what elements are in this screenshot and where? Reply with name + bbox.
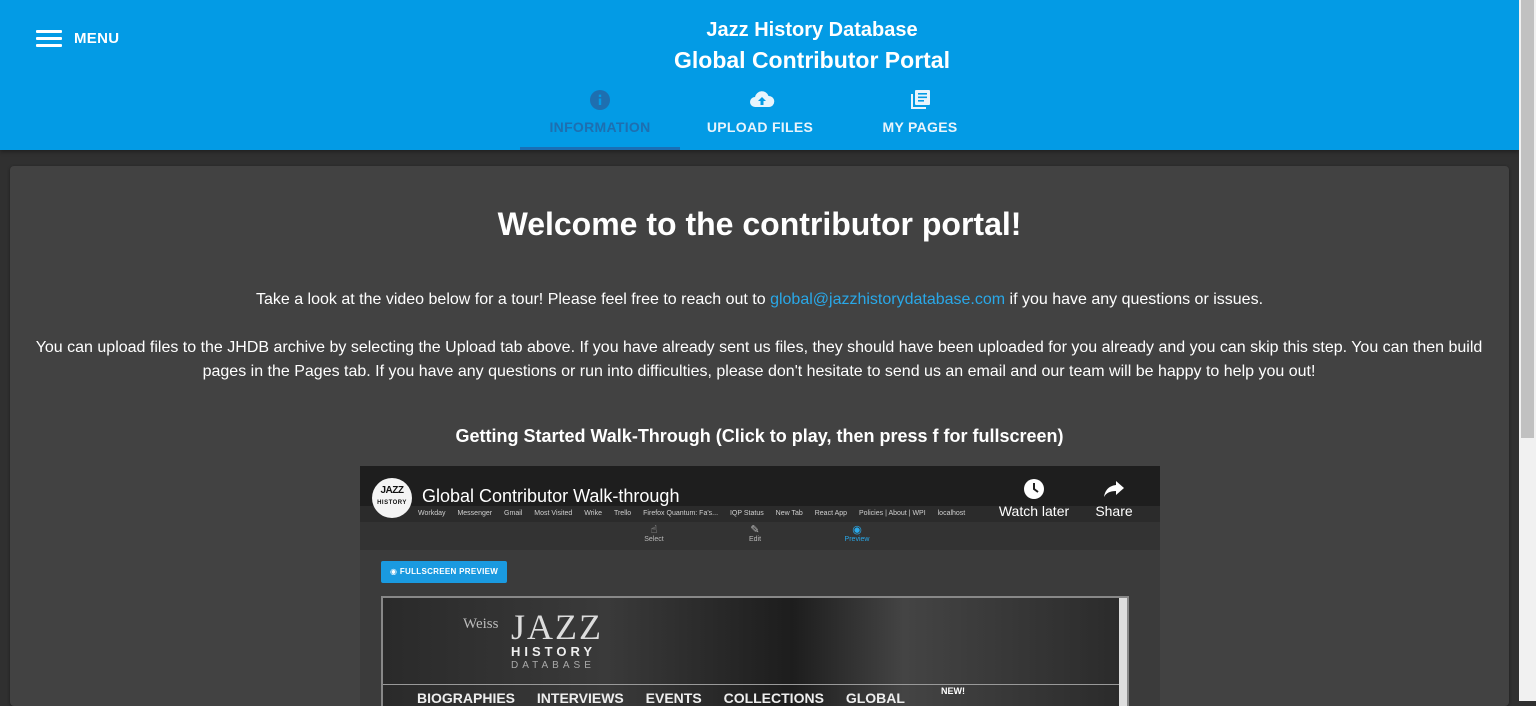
tab-information[interactable]: INFORMATION (520, 88, 680, 150)
scrollbar-thumb[interactable] (1521, 0, 1534, 438)
hamburger-icon (36, 29, 62, 47)
preview-nav-item: BIOGRAPHIES (417, 690, 516, 706)
video-tool-label: Edit (748, 536, 762, 543)
upload-instructions: You can upload files to the JHDB archive… (35, 339, 1483, 380)
preview-new-badge: NEW! (941, 686, 965, 696)
preview-nav-item: INTERVIEWS (536, 690, 624, 706)
menu-button[interactable]: MENU (36, 28, 119, 48)
preview-weiss: Weiss (463, 616, 499, 632)
bookmark: Gmail (504, 510, 523, 517)
bookmark: Workday (418, 510, 446, 517)
video-tool-edit: ✎ Edit (735, 524, 775, 543)
tab-information-label: INFORMATION (549, 119, 651, 135)
bookmark: Most Visited (534, 510, 573, 517)
share-label: Share (1095, 503, 1133, 519)
title-block: Jazz History Database Global Contributor… (560, 16, 1064, 77)
intro-text-start: Take a look at the video below for a tou… (255, 291, 771, 308)
bookmark: localhost (937, 510, 966, 517)
tab-my-pages[interactable]: MY PAGES (840, 88, 1000, 150)
fullscreen-preview-button: ◉ FULLSCREEN PREVIEW (381, 561, 508, 583)
bookmark: Policies | About | WPI (859, 510, 926, 517)
active-tab-indicator (520, 147, 680, 150)
bookmark: Wrike (584, 510, 602, 517)
pointer-icon: ☝ (650, 524, 658, 536)
jazz-site-preview: Weiss JAZZ HISTORY DATABASE BIOGRAPHIES … (381, 596, 1129, 706)
bookmark: React App (814, 510, 848, 517)
share-icon (1102, 478, 1126, 500)
bookmark: IQP Status (729, 510, 764, 517)
video-tool-label: Preview (844, 536, 870, 543)
library-books-icon (909, 89, 931, 111)
preview-history: HISTORY (511, 644, 597, 659)
info-icon (589, 89, 611, 111)
bookmark: Firefox Quantum: Fa's... (643, 510, 719, 517)
fullscreen-preview-label: FULLSCREEN PREVIEW (399, 567, 499, 576)
preview-scrollbar (1119, 598, 1127, 706)
intro-paragraph: Take a look at the video below for a tou… (10, 290, 1509, 310)
tab-upload-files-label: UPLOAD FILES (706, 119, 814, 135)
preview-jazz-logo: JAZZ (511, 607, 603, 647)
app-bar: MENU Jazz History Database Global Contri… (0, 0, 1519, 150)
preview-nav-item: EVENTS (645, 690, 702, 706)
video-player[interactable]: Workday Messenger Gmail Most Visited Wri… (360, 466, 1160, 706)
preview-database: DATABASE (511, 660, 595, 671)
contact-email-link[interactable]: global@jazzhistorydatabase.com (770, 291, 1005, 308)
watch-later-button[interactable]: Watch later (996, 478, 1072, 519)
video-caption: Getting Started Walk-Through (Click to p… (455, 426, 1064, 446)
avatar-subtext: HISTORY (377, 500, 407, 506)
intro-text-end: if you have any questions or issues. (1005, 291, 1264, 308)
preview-nav-divider (383, 684, 1127, 685)
video-tool-label: Select (644, 536, 664, 543)
video-tool-preview: ◉ Preview (837, 524, 877, 543)
menu-label: MENU (74, 29, 120, 47)
welcome-heading: Welcome to the contributor portal! (497, 206, 1022, 242)
bookmark: Trello (613, 510, 632, 517)
clock-icon (1023, 478, 1045, 500)
pencil-icon: ✎ (750, 524, 760, 536)
tab-upload-files[interactable]: UPLOAD FILES (680, 88, 840, 150)
app-subtitle: Global Contributor Portal (674, 47, 950, 73)
app-title: Jazz History Database (706, 19, 918, 41)
bookmark: New Tab (775, 510, 803, 517)
preview-nav-item: GLOBAL (845, 690, 905, 706)
tab-my-pages-label: MY PAGES (882, 119, 958, 135)
video-title[interactable]: Global Contributor Walk-through (422, 486, 679, 507)
bookmark: Messenger (457, 510, 493, 517)
preview-nav-item: COLLECTIONS (723, 690, 824, 706)
watch-later-label: Watch later (998, 503, 1070, 519)
preview-nav: BIOGRAPHIES INTERVIEWS EVENTS COLLECTION… (417, 690, 923, 706)
share-button[interactable]: Share (1090, 478, 1138, 519)
video-tool-strip: ☝ Select ✎ Edit ◉ Preview (360, 522, 1160, 550)
video-tool-select: ☝ Select (634, 524, 674, 543)
cloud-upload-icon (749, 89, 775, 111)
tab-bar: INFORMATION UPLOAD FILES MY PAGES (520, 88, 1000, 150)
avatar-text: JAZZ (380, 485, 405, 496)
page-scrollbar[interactable] (1519, 0, 1536, 701)
content-card: Welcome to the contributor portal! Take … (10, 166, 1509, 706)
eye-icon: ◉ (852, 524, 862, 536)
channel-avatar[interactable]: JAZZ HISTORY (372, 478, 412, 518)
